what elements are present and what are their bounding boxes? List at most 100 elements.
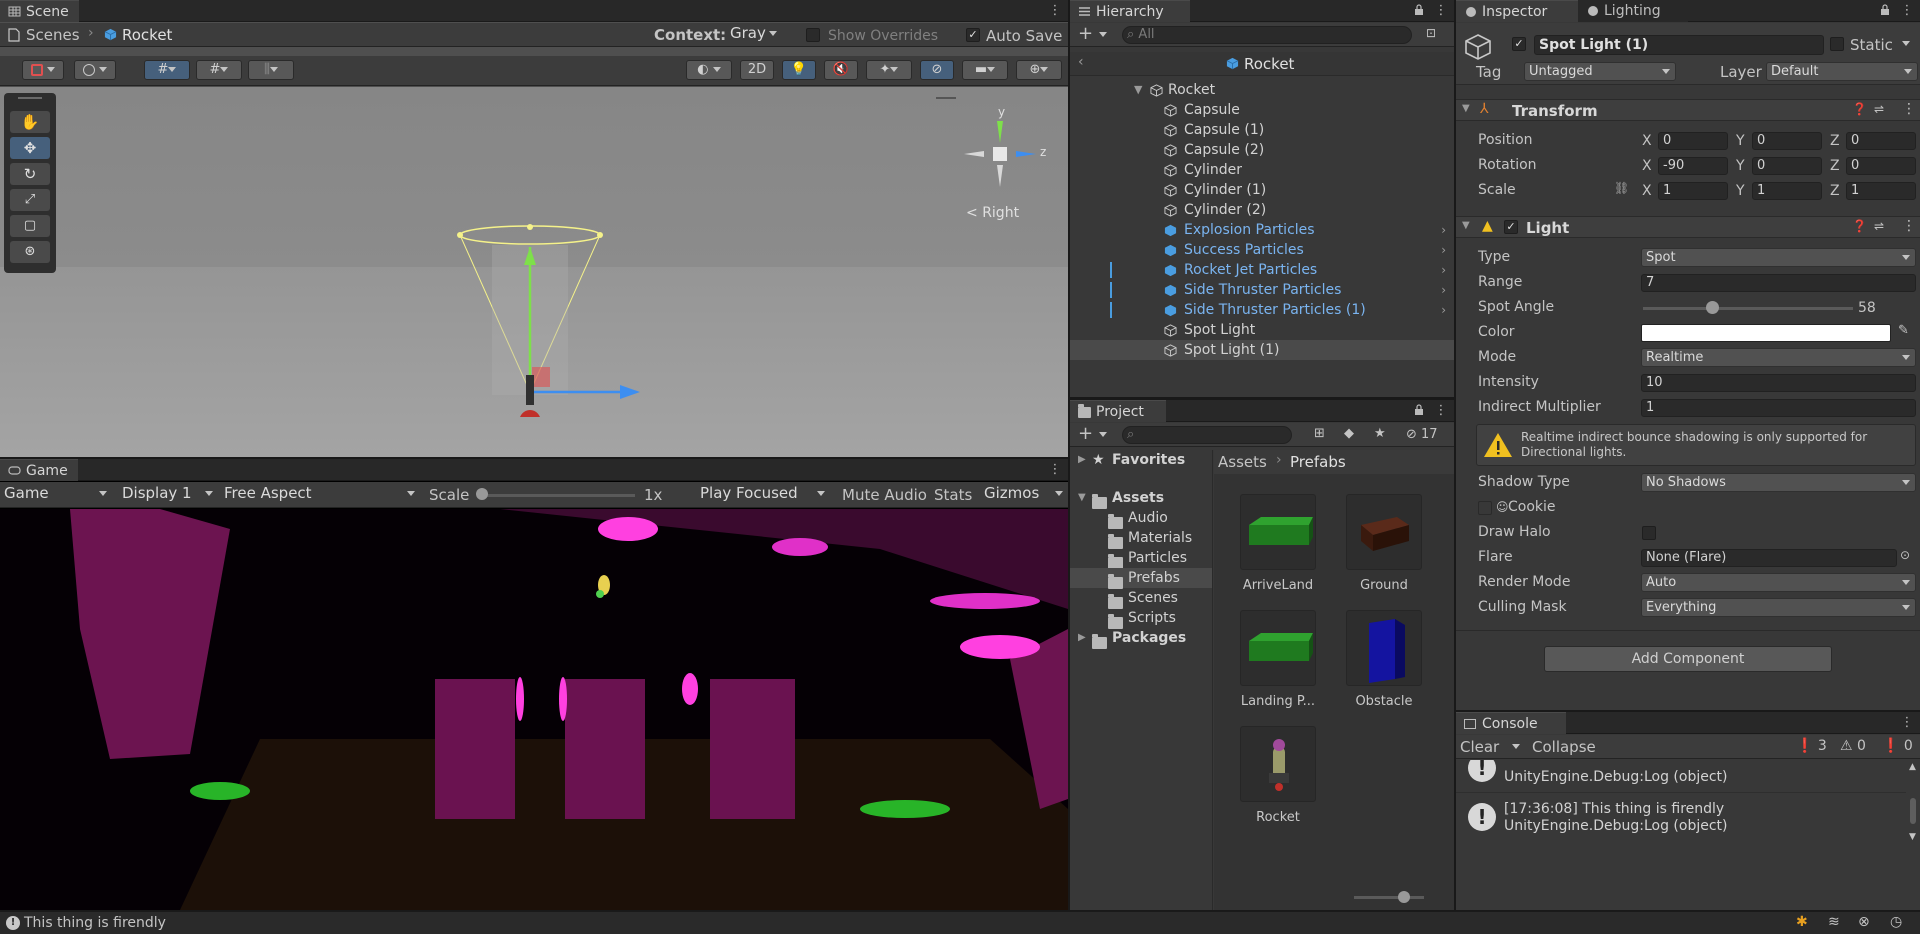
hierarchy-item[interactable]: Cylinder [1070, 160, 1454, 180]
tree-folder[interactable]: Scripts [1070, 608, 1212, 629]
chevron-right-icon[interactable]: › [1441, 260, 1446, 280]
tab-project[interactable]: Project [1070, 400, 1166, 422]
component-menu-icon[interactable]: ⋮ [1902, 101, 1916, 117]
search-filter-icon[interactable]: ⊡ [1426, 26, 1436, 40]
error-count-toggle[interactable]: ❗ 3 [1796, 738, 1827, 754]
spot-angle-slider-track[interactable] [1643, 307, 1853, 310]
scale-slider-thumb[interactable] [476, 488, 488, 500]
hierarchy-item-prefab[interactable]: Rocket Jet Particles › [1070, 260, 1454, 280]
chevron-right-icon[interactable]: › [1441, 220, 1446, 240]
add-component-button[interactable]: Add Component [1544, 646, 1832, 672]
hierarchy-search-input[interactable]: ⌕ All [1122, 26, 1412, 44]
hierarchy-item-prefab[interactable]: Success Particles › [1070, 240, 1454, 260]
tree-folder[interactable]: Materials [1070, 528, 1212, 549]
rotation-x-input[interactable]: -90 [1658, 157, 1728, 175]
tab-console[interactable]: Console [1456, 712, 1566, 734]
tab-hierarchy[interactable]: Hierarchy [1070, 0, 1190, 22]
display-dropdown[interactable]: Display 1 [118, 485, 218, 504]
inspector-menu-icon[interactable]: ⋮ [1900, 3, 1914, 19]
hand-tool-icon[interactable]: ✋ [10, 111, 50, 133]
layer-dropdown[interactable]: Default [1766, 62, 1918, 81]
intensity-input[interactable]: 10 [1641, 374, 1916, 392]
asset-tile[interactable]: Ground [1320, 490, 1440, 600]
progress-spinner-icon[interactable]: ◷ [1890, 914, 1902, 930]
effects-button[interactable]: ✦ [866, 60, 912, 80]
scale-x-input[interactable]: 1 [1658, 182, 1728, 200]
asset-tile[interactable]: Rocket [1214, 722, 1334, 832]
thumbnail-size-thumb[interactable] [1398, 891, 1410, 903]
help-icon[interactable]: ❓ [1852, 219, 1867, 233]
asset-tile[interactable]: Obstacle [1320, 606, 1440, 716]
help-icon[interactable]: ❓ [1852, 102, 1867, 116]
eyedropper-icon[interactable]: ✎ [1898, 323, 1909, 338]
flare-object-field[interactable]: None (Flare) [1641, 549, 1897, 567]
gizmos-button[interactable]: ⊕ [1016, 60, 1062, 80]
grid-visibility-button[interactable]: # [196, 60, 242, 80]
chevron-right-icon[interactable]: › [1441, 240, 1446, 260]
scale-slider-track[interactable] [480, 494, 635, 497]
lock-icon[interactable] [1880, 4, 1890, 16]
spot-angle-value[interactable]: 58 [1858, 300, 1876, 316]
play-mode-dropdown[interactable]: Play Focused [696, 485, 830, 504]
static-checkbox[interactable] [1830, 37, 1844, 51]
position-y-input[interactable]: 0 [1752, 132, 1822, 150]
hierarchy-back-button[interactable]: ‹ [1078, 54, 1084, 70]
scene-viewport[interactable]: ✋ ✥ ↻ ⤢ ▢ ⊛ y z < Right [0, 87, 1068, 457]
mode-dropdown[interactable]: Realtime [1641, 348, 1916, 367]
asset-breadcrumb-current[interactable]: Prefabs [1290, 453, 1346, 471]
console-scrollbar[interactable]: ▲ ▼ [1908, 762, 1918, 846]
lock-icon[interactable] [1414, 4, 1424, 16]
transform-tool-icon[interactable]: ⊛ [10, 241, 50, 263]
hierarchy-item[interactable]: Capsule (2) [1070, 140, 1454, 160]
clear-options-caret[interactable] [1512, 738, 1520, 754]
palette-handle[interactable] [18, 97, 42, 99]
warning-count-toggle[interactable]: ⚠ 0 [1840, 738, 1866, 754]
hierarchy-item-prefab[interactable]: Side Thruster Particles (1) › [1070, 300, 1454, 320]
cookie-foldout-checkbox[interactable] [1478, 501, 1492, 515]
rotation-y-input[interactable]: 0 [1752, 157, 1822, 175]
console-menu-icon[interactable]: ⋮ [1900, 715, 1914, 731]
position-x-input[interactable]: 0 [1658, 132, 1728, 150]
position-z-input[interactable]: 0 [1846, 132, 1916, 150]
layers-icon[interactable]: ≋ [1828, 914, 1840, 930]
tree-folder[interactable]: Scenes [1070, 588, 1212, 609]
rect-tool-icon[interactable]: ▢ [10, 215, 50, 237]
scene-view-label[interactable]: < Right [966, 205, 1019, 221]
move-tool-icon[interactable]: ✥ [10, 137, 50, 159]
indirect-multiplier-input[interactable]: 1 [1641, 399, 1916, 417]
preset-icon[interactable]: ⇌ [1874, 102, 1884, 116]
lighting-toggle-button[interactable]: 💡 [782, 60, 816, 80]
hierarchy-item[interactable]: Capsule [1070, 100, 1454, 120]
thumbnail-size-slider[interactable] [1354, 896, 1424, 899]
tree-assets[interactable]: ▼ Assets [1070, 488, 1212, 509]
create-asset-button[interactable]: + [1078, 423, 1107, 444]
network-icon[interactable]: ⊗ [1858, 914, 1870, 930]
scale-z-input[interactable]: 1 [1846, 182, 1916, 200]
active-checkbox[interactable]: ✓ [1512, 37, 1526, 51]
expand-arrow-icon[interactable]: ▶ [1078, 450, 1086, 470]
tab-inspector[interactable]: Inspector [1456, 0, 1578, 22]
tag-dropdown[interactable]: Untagged [1524, 62, 1676, 81]
context-dropdown[interactable]: Gray [726, 25, 782, 44]
clear-button[interactable]: Clear [1460, 738, 1499, 756]
rotation-z-input[interactable]: 0 [1846, 157, 1916, 175]
culling-mask-dropdown[interactable]: Everything [1641, 598, 1916, 617]
shadow-type-dropdown[interactable]: No Shadows [1641, 473, 1916, 492]
game-mode-dropdown[interactable]: Game [0, 485, 112, 504]
asset-breadcrumb-root[interactable]: Assets [1218, 453, 1267, 471]
hierarchy-item[interactable]: Cylinder (2) [1070, 200, 1454, 220]
hierarchy-menu-icon[interactable]: ⋮ [1434, 3, 1448, 19]
static-dropdown-caret[interactable] [1902, 35, 1910, 51]
scale-tool-icon[interactable]: ⤢ [10, 189, 50, 211]
tree-folder-selected[interactable]: Prefabs [1070, 568, 1212, 589]
range-input[interactable]: 7 [1641, 274, 1916, 292]
game-viewport[interactable] [0, 509, 1068, 910]
draw-mode-button[interactable] [22, 60, 64, 80]
expand-arrow-icon[interactable]: ▼ [1134, 80, 1142, 100]
audio-toggle-button[interactable]: 🔇 [824, 60, 858, 80]
project-search-input[interactable]: ⌕ [1122, 426, 1292, 444]
scene-menu-icon[interactable]: ⋮ [1048, 3, 1062, 19]
scale-y-input[interactable]: 1 [1752, 182, 1822, 200]
info-count-toggle[interactable]: ❗ 0 [1882, 738, 1913, 754]
status-message[interactable]: This thing is firendly [24, 915, 166, 931]
